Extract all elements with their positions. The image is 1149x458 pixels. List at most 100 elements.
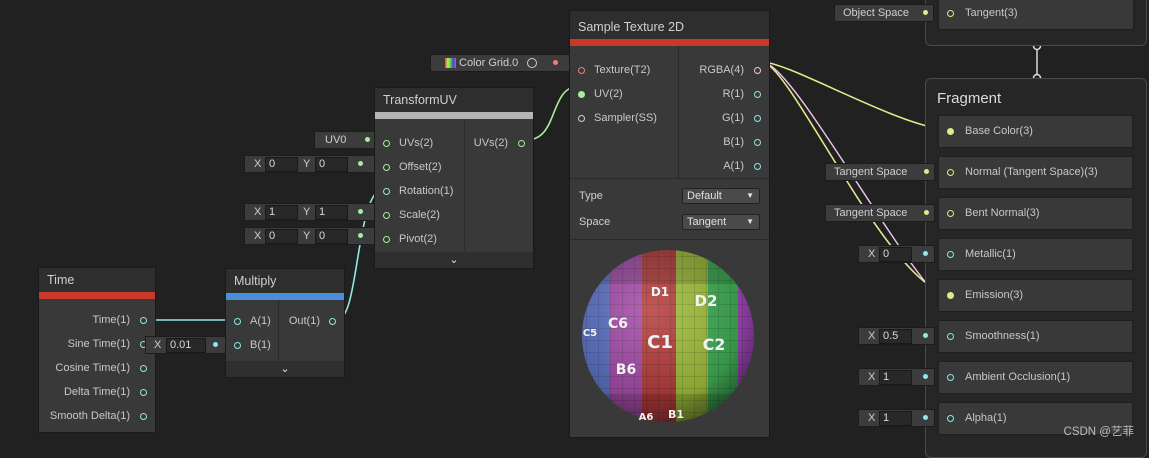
input-rotation: Rotation(1) [399, 185, 454, 197]
input-sampler-port[interactable] [578, 115, 585, 122]
input-texture-port[interactable] [578, 67, 585, 74]
normal-space-pill[interactable]: Tangent Space [825, 163, 935, 181]
output-r-port[interactable] [754, 91, 761, 98]
input-b: B(1) [250, 339, 271, 351]
input-rotation-port[interactable] [383, 188, 390, 195]
fragment-row-base-color[interactable]: Base Color(3) [938, 115, 1133, 148]
space-dropdown-arrow-icon: ▼ [746, 217, 754, 226]
offset-value-pill[interactable]: X 0 Y 0 [244, 155, 376, 173]
fragment-row-smoothness[interactable]: Smoothness(1) [938, 320, 1133, 353]
bent-normal-space-pill[interactable]: Tangent Space [825, 204, 935, 222]
output-b-port[interactable] [754, 139, 761, 146]
output-a: A(1) [723, 160, 744, 172]
input-a-port[interactable] [234, 318, 241, 325]
fragment-row-metallic[interactable]: Metallic(1) [938, 238, 1133, 271]
space-dropdown[interactable]: Tangent ▼ [682, 214, 760, 230]
multiply-collapse-button[interactable]: ⌄ [226, 361, 344, 377]
ambient-occlusion-value-field[interactable]: 1 [879, 370, 912, 385]
multiply-b-value-field[interactable]: 0.01 [166, 338, 206, 353]
output-time-port[interactable] [140, 317, 147, 324]
input-pivot-port[interactable] [383, 236, 390, 243]
fragment-row-emission[interactable]: Emission(3) [938, 279, 1133, 312]
fragment-row-normal[interactable]: Normal (Tangent Space)(3) [938, 156, 1133, 189]
output-r: R(1) [722, 88, 744, 100]
input-uv: UV(2) [594, 88, 623, 100]
output-cosine-time: Cosine Time(1) [55, 362, 130, 374]
multiply-node[interactable]: Multiply A(1) B(1) Out(1) ⌄ [225, 268, 345, 378]
output-time: Time(1) [92, 314, 130, 326]
smoothness-value-pill[interactable]: X 0.5 [858, 327, 935, 345]
transformuv-node[interactable]: TransformUV UVs(2) Offset(2) Rotation(1)… [374, 87, 534, 269]
multiply-node-color-bar [226, 293, 344, 300]
uv-channel-pill[interactable]: UV0 [314, 131, 376, 149]
pivot-value-pill[interactable]: X 0 Y 0 [244, 227, 376, 245]
output-smooth-delta-port[interactable] [140, 413, 147, 420]
object-picker-icon[interactable] [527, 58, 537, 68]
sample-texture-node-color-bar [570, 39, 769, 46]
preview-cell-c2: C2 [703, 335, 726, 354]
transformuv-collapse-button[interactable]: ⌄ [375, 252, 533, 268]
metallic-value-pill[interactable]: X 0 [858, 245, 935, 263]
tangent-label: Tangent(3) [965, 7, 1018, 19]
sample-texture-node-title: Sample Texture 2D [570, 11, 769, 39]
output-a-port[interactable] [754, 163, 761, 170]
offset-x-field[interactable]: 0 [265, 157, 298, 172]
transformuv-node-title: TransformUV [375, 88, 533, 112]
fragment-row-ambient-occlusion[interactable]: Ambient Occlusion(1) [938, 361, 1133, 394]
preview-cell-c1: C1 [647, 332, 673, 353]
preview-cell-a6: A6 [639, 412, 654, 423]
scale-x-field[interactable]: 1 [265, 205, 298, 220]
vertex-context: Tangent(3) [925, 0, 1147, 46]
input-a: A(1) [250, 315, 271, 327]
metallic-value-field[interactable]: 0 [879, 247, 912, 262]
tangent-port[interactable] [947, 10, 954, 17]
scale-value-pill[interactable]: X 1 Y 1 [244, 203, 376, 221]
preview-cell-d1: D1 [651, 285, 669, 299]
input-offset: Offset(2) [399, 161, 442, 173]
alpha-value-pill[interactable]: X 1 [858, 409, 935, 427]
input-sampler: Sampler(SS) [594, 112, 657, 124]
object-space-pill[interactable]: Object Space [834, 4, 934, 22]
alpha-value-field[interactable]: 1 [879, 411, 912, 426]
multiply-b-value-pill[interactable]: X 0.01 [145, 336, 227, 354]
wire-rgba-to-basecolor [761, 61, 951, 131]
output-sine-time: Sine Time(1) [67, 338, 130, 350]
input-scale: Scale(2) [399, 209, 440, 221]
fragment-row-bent-normal[interactable]: Bent Normal(3) [938, 197, 1133, 230]
input-uvs-port[interactable] [383, 140, 390, 147]
offset-y-field[interactable]: 0 [315, 157, 348, 172]
multiply-node-title: Multiply [226, 269, 344, 293]
pivot-x-field[interactable]: 0 [265, 229, 298, 244]
output-delta-time-port[interactable] [140, 389, 147, 396]
input-scale-port[interactable] [383, 212, 390, 219]
watermark: CSDN @艺菲 [1063, 426, 1134, 438]
output-g-port[interactable] [754, 115, 761, 122]
output-uvs: UVs(2) [473, 137, 508, 149]
fragment-context[interactable]: Fragment Base Color(3) Normal (Tangent S… [925, 78, 1147, 458]
output-out-port[interactable] [329, 318, 336, 325]
input-b-port[interactable] [234, 342, 241, 349]
output-cosine-time-port[interactable] [140, 365, 147, 372]
output-rgba-port[interactable] [754, 67, 761, 74]
ambient-occlusion-value-pill[interactable]: X 1 [858, 368, 935, 386]
output-uvs-port[interactable] [518, 140, 525, 147]
time-node-title: Time [39, 268, 155, 292]
scale-y-field[interactable]: 1 [315, 205, 348, 220]
pivot-y-field[interactable]: 0 [315, 229, 348, 244]
vertex-row-tangent[interactable]: Tangent(3) [938, 0, 1134, 30]
texture-asset-pill[interactable]: Color Grid.0 [430, 54, 570, 72]
output-smooth-delta: Smooth Delta(1) [49, 410, 130, 422]
preview-cell-c5: C5 [583, 328, 597, 339]
space-label: Space [579, 216, 611, 228]
type-dropdown[interactable]: Default ▼ [682, 188, 760, 204]
texture-asset-name: Color Grid.0 [459, 57, 519, 69]
time-node[interactable]: Time Time(1) Sine Time(1) Cosine Time(1)… [38, 267, 156, 433]
sample-texture-node[interactable]: Sample Texture 2D Texture(T2) UV(2) Samp… [569, 10, 770, 438]
smoothness-value-field[interactable]: 0.5 [879, 329, 912, 344]
input-offset-port[interactable] [383, 164, 390, 171]
texture-preview-sphere: C1 C2 D1 D2 C6 B6 A6 B1 C5 [582, 250, 754, 423]
output-out: Out(1) [288, 315, 320, 327]
preview-cell-b6: B6 [616, 362, 636, 378]
output-b: B(1) [723, 136, 744, 148]
input-uv-port[interactable] [578, 91, 585, 98]
